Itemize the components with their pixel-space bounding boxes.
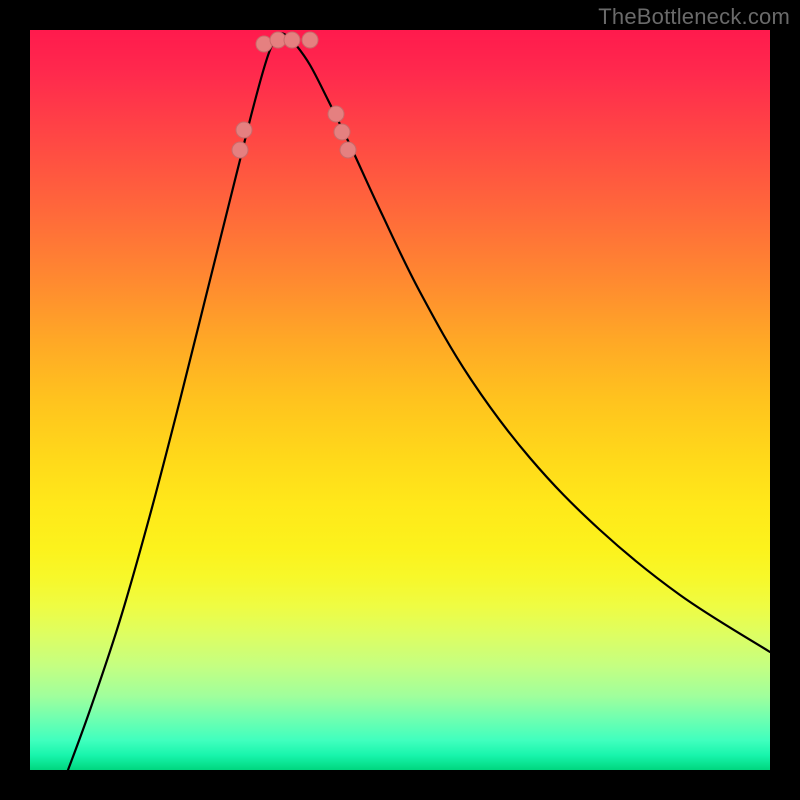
- threshold-marker: [256, 36, 272, 52]
- threshold-marker: [236, 122, 252, 138]
- plot-area: [30, 30, 770, 770]
- threshold-marker: [334, 124, 350, 140]
- threshold-marker: [328, 106, 344, 122]
- threshold-marker: [340, 142, 356, 158]
- chart-svg: [30, 30, 770, 770]
- chart-frame: TheBottleneck.com: [0, 0, 800, 800]
- watermark-text: TheBottleneck.com: [598, 4, 790, 30]
- threshold-marker: [232, 142, 248, 158]
- threshold-marker: [302, 32, 318, 48]
- bottleneck-curve: [68, 33, 770, 770]
- threshold-marker: [284, 32, 300, 48]
- threshold-markers: [232, 32, 356, 158]
